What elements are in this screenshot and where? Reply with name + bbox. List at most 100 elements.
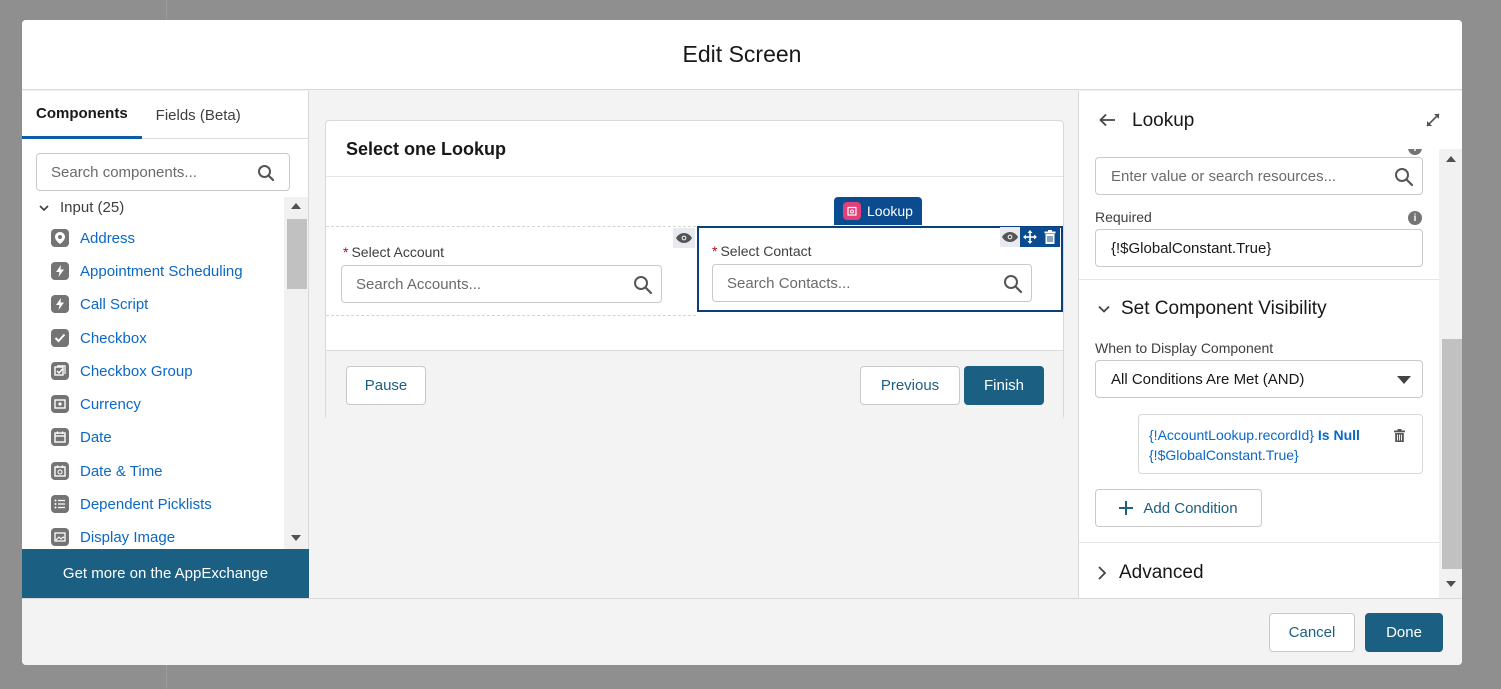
- component-date-time[interactable]: Date & Time: [51, 462, 163, 480]
- add-condition-label: Add Condition: [1143, 499, 1238, 517]
- scroll-up-arrow-icon[interactable]: [291, 203, 301, 209]
- visibility-eye-icon[interactable]: [1000, 227, 1020, 247]
- lightning-icon: [51, 262, 69, 280]
- search-contacts-input[interactable]: [727, 274, 967, 292]
- component-list-scrollbar[interactable]: [284, 197, 308, 549]
- checkbox-group-icon: [51, 362, 69, 380]
- scroll-down-arrow-icon[interactable]: [1446, 581, 1456, 587]
- delete-icon[interactable]: [1394, 429, 1405, 442]
- when-to-display-label: When to Display Component: [1095, 340, 1274, 356]
- advanced-section-label: Advanced: [1119, 562, 1204, 583]
- lookup-badge-label: Lookup: [867, 203, 913, 219]
- component-date[interactable]: Date: [51, 428, 112, 446]
- contact-field-label: * Select Contact: [712, 243, 812, 259]
- edit-screen-modal: Edit Screen Components Fields (Beta) Inp…: [22, 20, 1462, 665]
- screen-canvas: Select one Lookup *Select Account Lookup: [310, 91, 1077, 598]
- condition-resource: {!AccountLookup.recordId}: [1149, 427, 1315, 443]
- components-panel: Components Fields (Beta) Input (25) Addr…: [22, 91, 309, 598]
- modal-header: Edit Screen: [22, 20, 1462, 90]
- info-icon[interactable]: i: [1408, 149, 1422, 155]
- search-accounts-box: [341, 265, 662, 303]
- search-components-input[interactable]: [51, 163, 251, 181]
- section-input-label: Input (25): [60, 199, 125, 216]
- component-appointment-scheduling[interactable]: Appointment Scheduling: [51, 262, 243, 280]
- component-list: Input (25) Address Appointment Schedulin…: [22, 197, 309, 549]
- tab-fields-beta[interactable]: Fields (Beta): [142, 91, 255, 139]
- search-icon[interactable]: [257, 164, 275, 182]
- component-label: Call Script: [80, 295, 149, 313]
- move-icon[interactable]: [1020, 227, 1040, 247]
- component-checkbox[interactable]: Checkbox: [51, 329, 147, 347]
- search-components: [36, 153, 290, 191]
- scroll-thumb[interactable]: [1442, 339, 1462, 569]
- condition-value: {!$GlobalConstant.True}: [1149, 447, 1299, 463]
- visibility-section-toggle[interactable]: Set Component Visibility: [1097, 298, 1327, 320]
- advanced-section-toggle[interactable]: Advanced: [1097, 562, 1204, 584]
- account-lookup-field[interactable]: * Select Account: [326, 226, 696, 316]
- component-label: Display Image: [80, 528, 176, 546]
- component-checkbox-group[interactable]: Checkbox Group: [51, 362, 193, 380]
- properties-header: Lookup: [1079, 91, 1462, 149]
- backdrop-divider: [166, 665, 167, 689]
- info-icon[interactable]: i: [1408, 211, 1422, 225]
- required-value[interactable]: {!$GlobalConstant.True}: [1111, 240, 1271, 257]
- component-label: Date: [80, 428, 112, 446]
- properties-body: i Required i {!$GlobalConstant.True} Set…: [1079, 149, 1439, 598]
- appexchange-link[interactable]: Get more on the AppExchange: [22, 549, 309, 598]
- search-accounts-input[interactable]: [356, 275, 596, 293]
- component-display-image[interactable]: Display Image: [51, 528, 175, 546]
- section-input-toggle[interactable]: Input (25): [38, 199, 124, 216]
- component-label: Checkbox: [80, 329, 147, 347]
- location-pin-icon: [51, 229, 69, 247]
- selected-component-toolbar: [1000, 227, 1060, 247]
- cancel-button[interactable]: Cancel: [1269, 613, 1355, 652]
- done-button[interactable]: Done: [1365, 613, 1443, 652]
- currency-icon: [51, 395, 69, 413]
- plus-icon: [1119, 501, 1134, 515]
- modal-title: Edit Screen: [682, 41, 802, 67]
- chevron-right-icon: [1098, 566, 1107, 580]
- panel-tabs: Components Fields (Beta): [22, 91, 308, 139]
- visibility-eye-icon[interactable]: [673, 228, 695, 248]
- scroll-down-arrow-icon[interactable]: [291, 535, 301, 541]
- chevron-down-icon: [39, 204, 49, 211]
- previous-button[interactable]: Previous: [860, 366, 960, 405]
- dropdown-caret-icon: [1397, 376, 1411, 384]
- required-mark: *: [712, 243, 718, 259]
- component-dependent-picklists[interactable]: Dependent Picklists: [51, 495, 212, 513]
- divider: [1079, 542, 1439, 543]
- default-value-input[interactable]: [1111, 167, 1381, 185]
- default-value-box: [1095, 157, 1423, 195]
- component-label: Date & Time: [80, 462, 163, 480]
- back-arrow-icon[interactable]: [1099, 113, 1116, 127]
- scroll-up-arrow-icon[interactable]: [1446, 156, 1456, 162]
- finish-button[interactable]: Finish: [964, 366, 1044, 405]
- visibility-condition[interactable]: {!AccountLookup.recordId} Is Null {!$Glo…: [1138, 414, 1423, 474]
- component-currency[interactable]: Currency: [51, 395, 141, 413]
- properties-scrollbar[interactable]: [1439, 149, 1462, 598]
- tab-components[interactable]: Components: [22, 91, 142, 139]
- component-label: Checkbox Group: [80, 362, 193, 380]
- properties-title: Lookup: [1132, 110, 1195, 131]
- add-condition-button[interactable]: Add Condition: [1095, 489, 1262, 527]
- required-label: Required: [1095, 209, 1152, 225]
- scroll-thumb[interactable]: [287, 219, 307, 289]
- calendar-icon: [51, 428, 69, 446]
- delete-icon[interactable]: [1040, 227, 1060, 247]
- component-address[interactable]: Address: [51, 229, 135, 247]
- component-call-script[interactable]: Call Script: [51, 295, 148, 313]
- search-icon: [634, 276, 653, 295]
- condition-operator: Is Null: [1317, 427, 1360, 443]
- expand-icon[interactable]: [1425, 112, 1441, 128]
- when-to-display-select[interactable]: All Conditions Are Met (AND): [1095, 360, 1423, 398]
- when-to-display-value: All Conditions Are Met (AND): [1111, 370, 1305, 388]
- component-label: Dependent Picklists: [80, 495, 212, 513]
- required-mark: *: [343, 244, 349, 260]
- component-label: Currency: [80, 395, 141, 413]
- divider: [1079, 279, 1439, 280]
- backdrop-divider: [166, 0, 167, 20]
- pause-button[interactable]: Pause: [346, 366, 426, 405]
- chevron-down-icon: [1098, 305, 1110, 313]
- list-icon: [51, 495, 69, 513]
- lightning-icon: [51, 295, 69, 313]
